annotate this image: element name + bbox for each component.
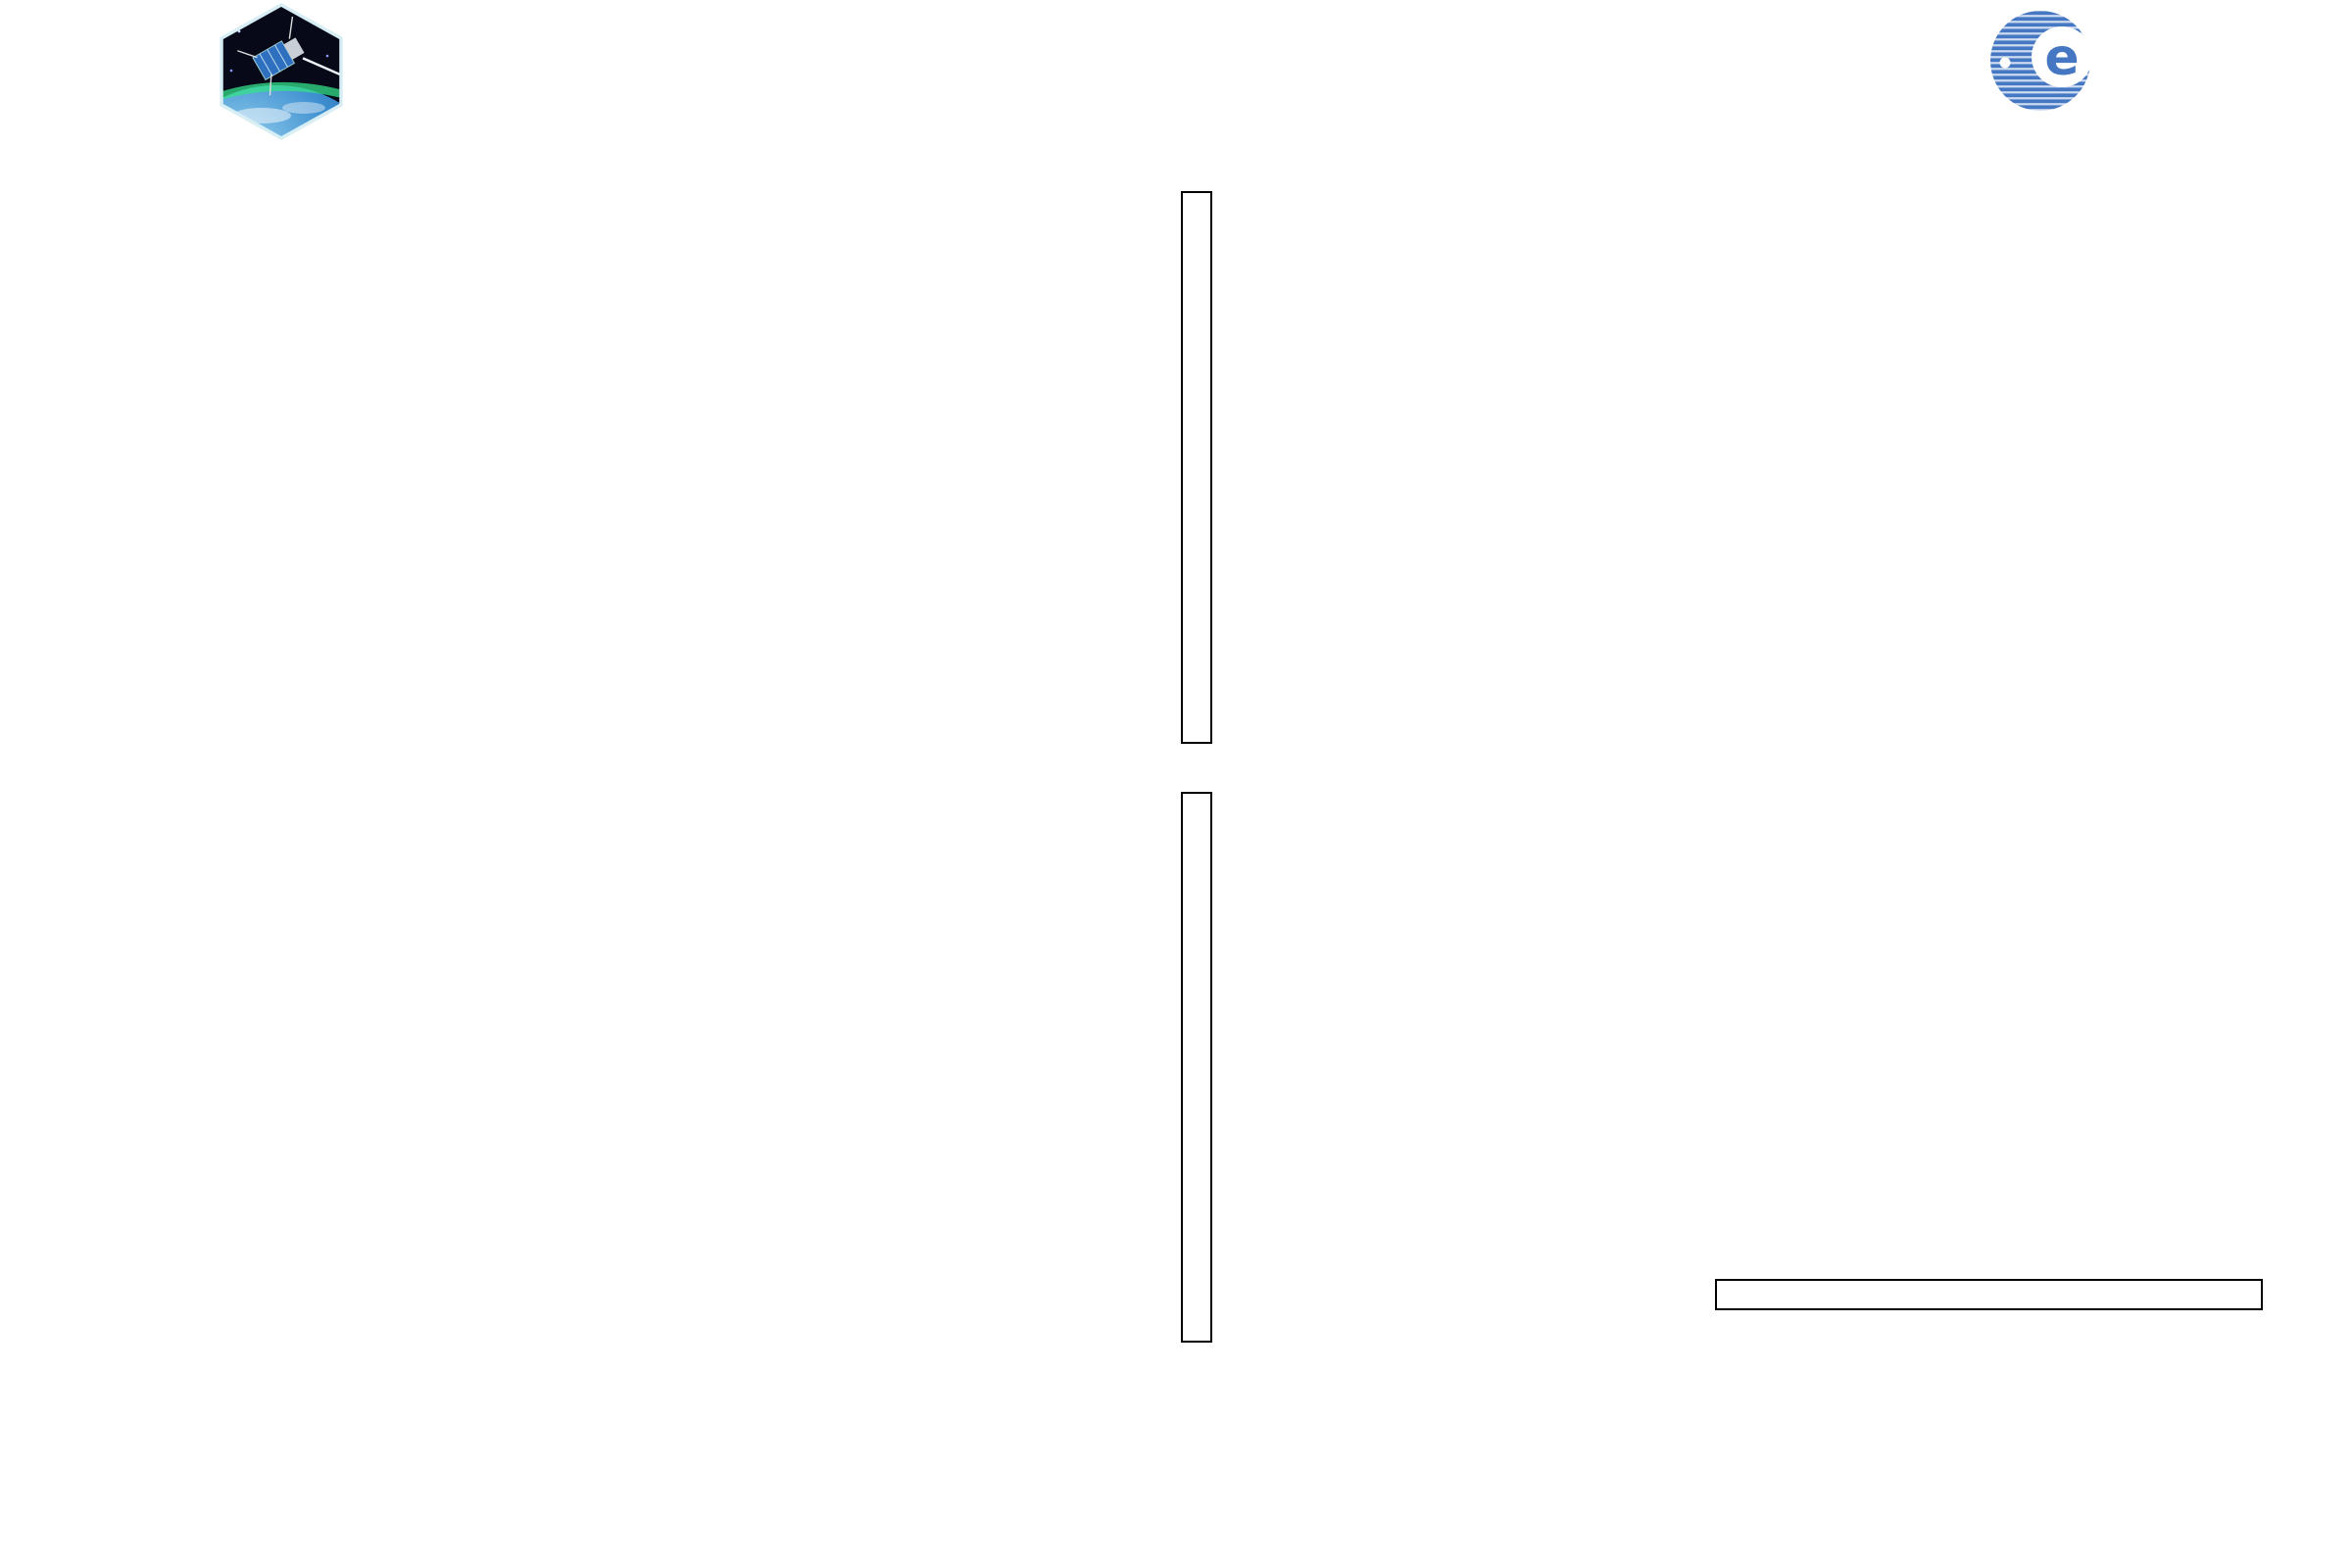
world-map (1411, 780, 2335, 1243)
sensor-current-plot (1515, 187, 2294, 420)
sc-axis-plot (232, 186, 1078, 755)
patch-art (221, 5, 341, 138)
pixel-counts-colorbar (1181, 191, 1212, 744)
esa-logo: e (1990, 11, 2092, 111)
cassiope-mission-patch (220, 2, 343, 141)
altitude-colorbar (1715, 1279, 2263, 1310)
tof-counts-colorbar (1181, 792, 1212, 1343)
toa-bin-plot (232, 781, 1078, 1348)
esa-globe-e: e (2044, 28, 2079, 87)
counter-rate-plot (1515, 454, 2294, 688)
epop-irm-summary-page: e (0, 0, 2352, 1568)
